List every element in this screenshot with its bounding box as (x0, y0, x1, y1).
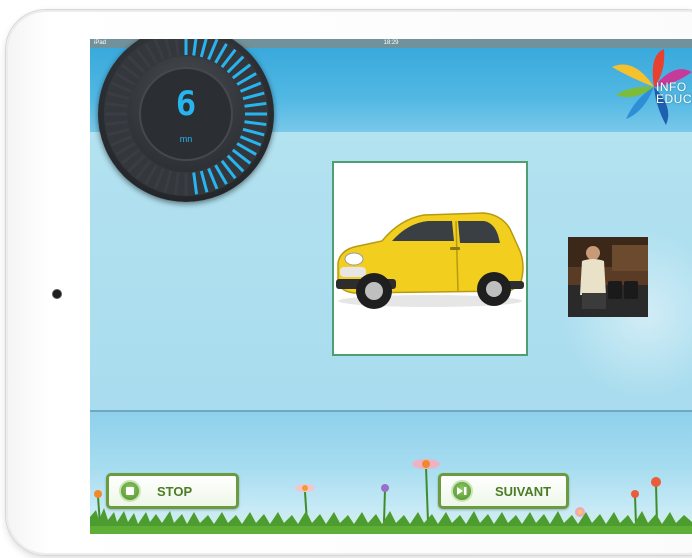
picture-card-waiting-room[interactable] (568, 237, 648, 317)
car-image (336, 212, 524, 309)
stop-icon (119, 480, 141, 502)
skip-forward-icon (451, 480, 473, 502)
stop-button[interactable]: STOP (106, 473, 239, 509)
stop-button-label: STOP (157, 483, 193, 499)
grass-base (90, 526, 692, 534)
next-button-label: SUIVANT (495, 483, 552, 499)
flower-2 (412, 459, 440, 523)
picture-card-car[interactable] (332, 161, 528, 356)
logo-line-2: EDUCA (656, 92, 692, 106)
logo-wordmark: INFO EDUCA (656, 81, 692, 105)
front-camera (53, 290, 61, 298)
countdown-timer: 6 mn (98, 39, 274, 202)
status-time: 18:29 (383, 40, 399, 46)
next-button[interactable]: SUIVANT (438, 473, 569, 509)
app-screen: iPad 18:29 6 mn INFO EDUCA (90, 39, 692, 534)
timer-unit: mn (179, 134, 193, 144)
timer-value: 6 (175, 84, 197, 124)
flower-7 (575, 507, 585, 517)
waiting-room-image (568, 237, 648, 317)
